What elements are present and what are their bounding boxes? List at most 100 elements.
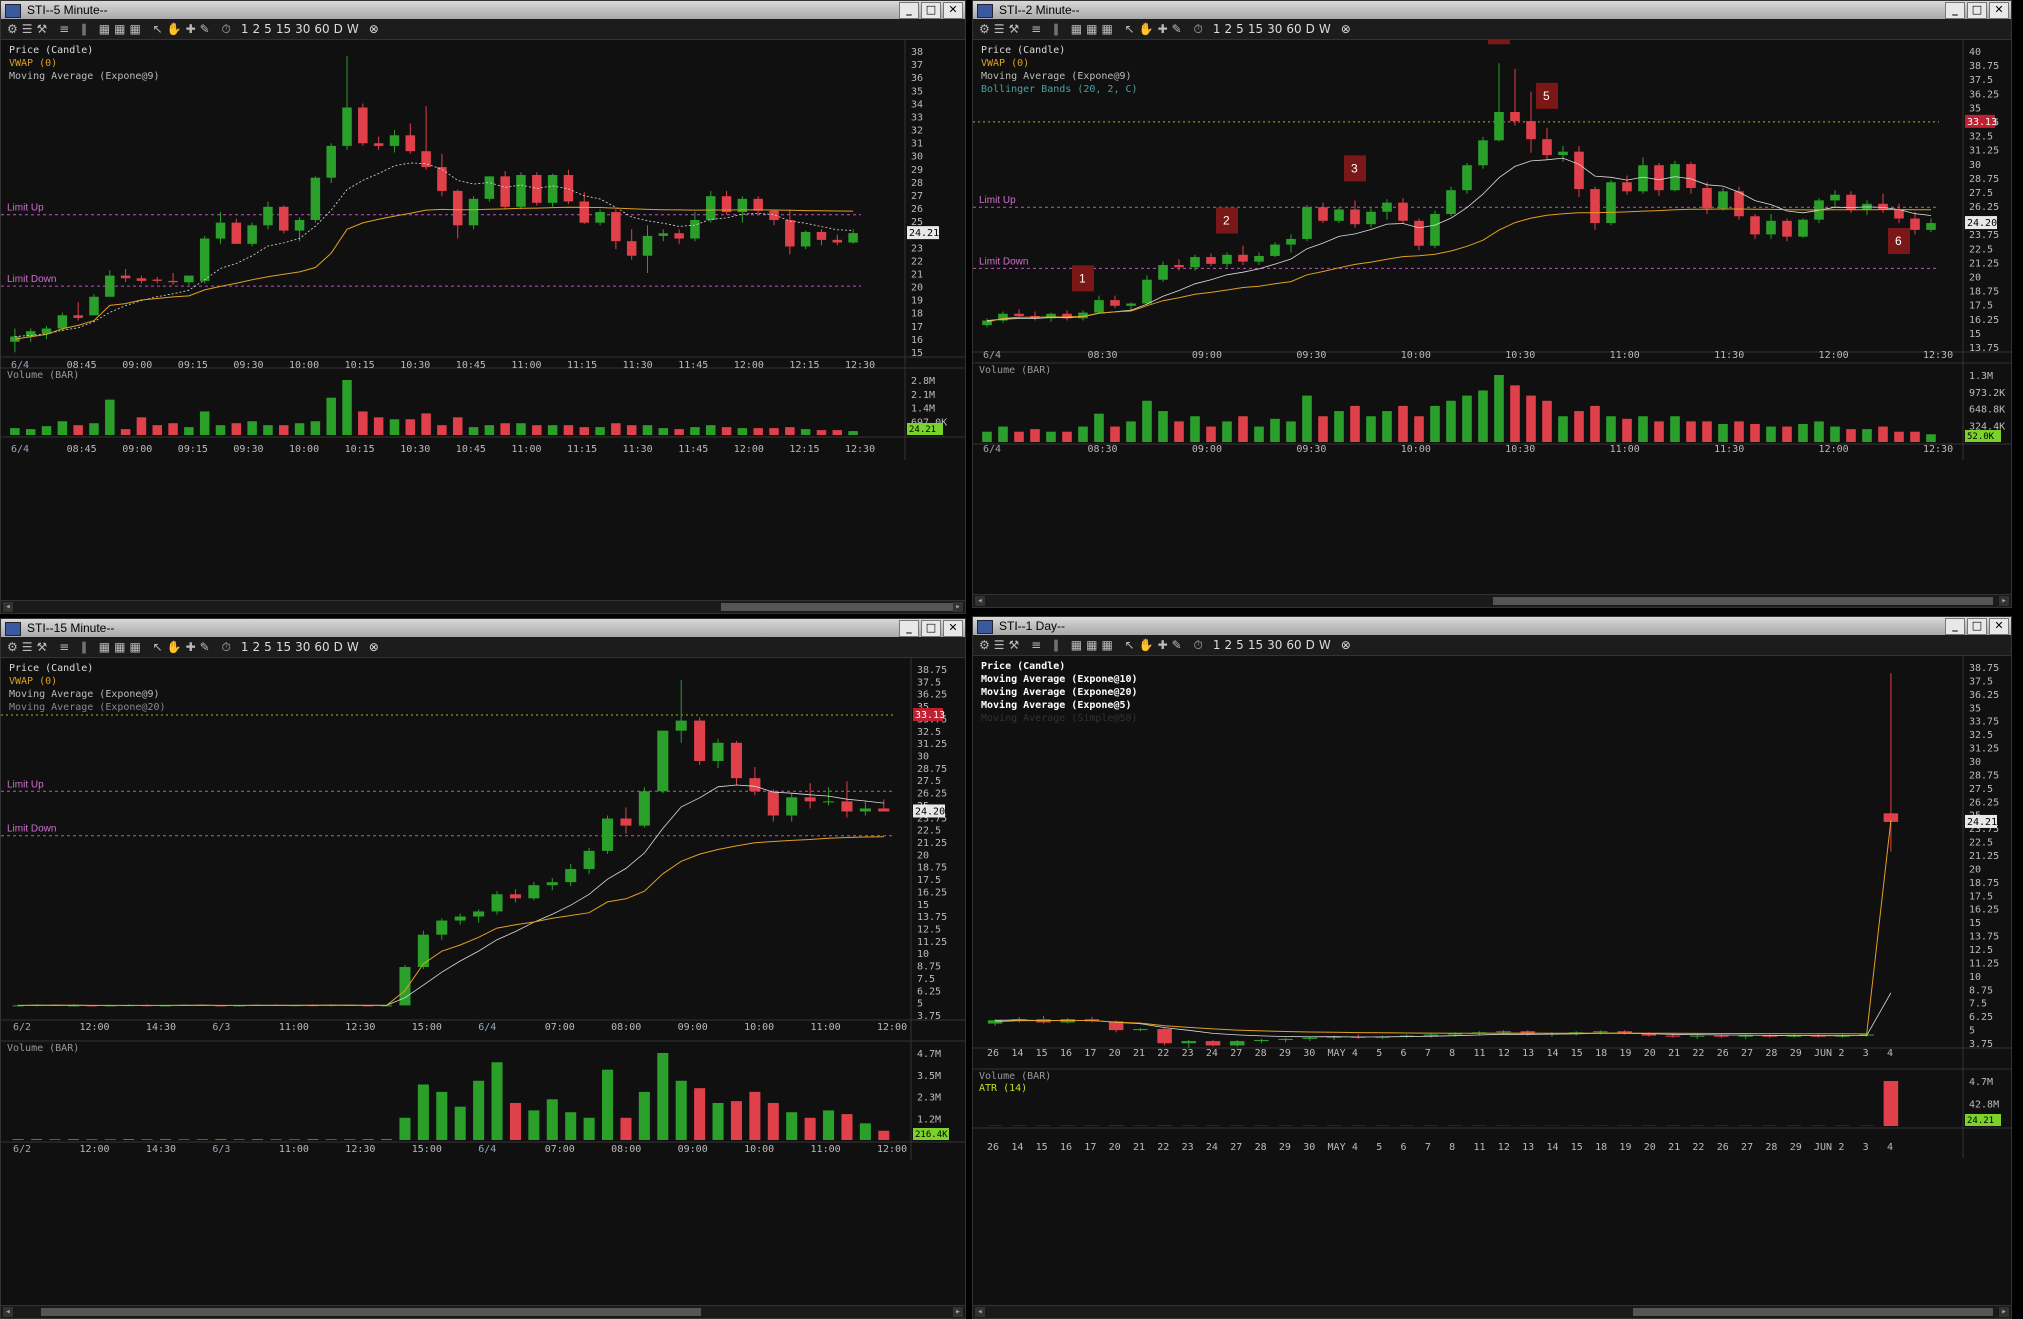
- toolbar-tools-icon[interactable]: ⚙☰⚒ ≡ ∥ ▦▦▦ ↖✋✚✎ ⏱: [7, 22, 235, 37]
- volume-bar: [730, 1101, 742, 1140]
- interval-buttons[interactable]: 1 2 5 15 30 60 D W: [241, 640, 363, 654]
- scroll-right-icon[interactable]: ▸: [953, 1307, 963, 1317]
- volume-bar: [1526, 395, 1536, 442]
- interval-button-w[interactable]: W: [1319, 22, 1331, 36]
- cancel-icon[interactable]: ⊗: [1341, 22, 1351, 36]
- volume-bar: [57, 421, 68, 435]
- candle-body: [326, 145, 336, 178]
- y-tick-label: 23: [911, 243, 923, 254]
- window-titlebar[interactable]: STI--1 Day-- _ □ ✕: [973, 617, 2011, 635]
- close-button[interactable]: ✕: [943, 2, 963, 19]
- interval-button-1[interactable]: 1: [241, 640, 249, 654]
- interval-button-1[interactable]: 1: [1213, 638, 1221, 652]
- interval-button-2[interactable]: 2: [253, 640, 261, 654]
- interval-button-2[interactable]: 2: [1225, 22, 1233, 36]
- minimize-button[interactable]: _: [899, 2, 919, 19]
- candle-body: [1157, 1029, 1172, 1044]
- window-titlebar[interactable]: STI--15 Minute-- _ □ ✕: [1, 619, 965, 637]
- interval-button-5[interactable]: 5: [264, 22, 272, 36]
- minimize-button[interactable]: _: [1945, 2, 1965, 19]
- interval-buttons[interactable]: 1 2 5 15 30 60 D W: [1213, 638, 1335, 652]
- window-titlebar[interactable]: STI--5 Minute-- _ □ ✕: [1, 1, 965, 19]
- volume-tick-label: 1.3M: [1969, 371, 1993, 382]
- scroll-thumb[interactable]: [41, 1308, 701, 1316]
- close-button[interactable]: ✕: [1989, 2, 2009, 19]
- chart-area[interactable]: 4038.7537.536.253533.7532.531.253028.752…: [973, 40, 2011, 607]
- maximize-button[interactable]: □: [921, 2, 941, 19]
- interval-button-2[interactable]: 2: [1225, 638, 1233, 652]
- chart-area[interactable]: 38.7537.536.253533.7532.531.253028.7527.…: [973, 656, 2011, 1318]
- interval-button-5[interactable]: 5: [1236, 638, 1244, 652]
- horizontal-scrollbar[interactable]: ◂ ▸: [1, 1305, 965, 1318]
- interval-button-15[interactable]: 15: [276, 640, 291, 654]
- interval-button-30[interactable]: 30: [1267, 638, 1282, 652]
- cancel-icon[interactable]: ⊗: [369, 22, 379, 36]
- interval-button-d[interactable]: D: [334, 22, 343, 36]
- x-tick-label: 09:30: [233, 360, 263, 371]
- toolbar-tools-icon[interactable]: ⚙☰⚒ ≡ ∥ ▦▦▦ ↖✋✚✎ ⏱: [979, 638, 1207, 653]
- close-button[interactable]: ✕: [1989, 618, 2009, 635]
- horizontal-scrollbar[interactable]: ◂ ▸: [973, 594, 2011, 607]
- volume-bar: [785, 427, 795, 435]
- interval-button-w[interactable]: W: [1319, 638, 1331, 652]
- scroll-left-icon[interactable]: ◂: [975, 596, 985, 606]
- interval-button-60[interactable]: 60: [1286, 22, 1301, 36]
- maximize-button[interactable]: □: [1967, 2, 1987, 19]
- volume-bar: [547, 425, 558, 435]
- x-tick-label: 23: [1182, 1048, 1194, 1059]
- minimize-button[interactable]: _: [899, 620, 919, 637]
- volume-bar: [1670, 416, 1680, 442]
- interval-button-15[interactable]: 15: [276, 22, 291, 36]
- x-tick-label: 29: [1790, 1048, 1802, 1059]
- interval-button-15[interactable]: 15: [1248, 638, 1263, 652]
- chart-area[interactable]: 3837363534333231302928272625242322212019…: [1, 40, 965, 613]
- horizontal-scrollbar[interactable]: ◂ ▸: [1, 600, 965, 613]
- toolbar-tools-icon[interactable]: ⚙☰⚒ ≡ ∥ ▦▦▦ ↖✋✚✎ ⏱: [979, 22, 1207, 37]
- interval-button-d[interactable]: D: [1306, 22, 1315, 36]
- scroll-left-icon[interactable]: ◂: [975, 1307, 985, 1317]
- close-button[interactable]: ✕: [943, 620, 963, 637]
- interval-button-2[interactable]: 2: [253, 22, 261, 36]
- horizontal-scrollbar[interactable]: ◂ ▸: [973, 1305, 2011, 1318]
- interval-button-d[interactable]: D: [1306, 638, 1315, 652]
- candle-body: [859, 808, 871, 812]
- candle-body: [786, 797, 798, 816]
- interval-buttons[interactable]: 1 2 5 15 30 60 D W: [1213, 22, 1335, 36]
- chart-area[interactable]: 38.7537.536.253533.7532.531.253028.7527.…: [1, 658, 965, 1318]
- interval-button-30[interactable]: 30: [295, 640, 310, 654]
- maximize-button[interactable]: □: [921, 620, 941, 637]
- interval-button-60[interactable]: 60: [314, 22, 329, 36]
- scroll-left-icon[interactable]: ◂: [3, 602, 13, 612]
- chart-window-15min: STI--15 Minute-- _ □ ✕ ⚙☰⚒ ≡ ∥ ▦▦▦ ↖✋✚✎ ⏱ …: [0, 618, 966, 1319]
- interval-button-60[interactable]: 60: [314, 640, 329, 654]
- window-titlebar[interactable]: STI--2 Minute-- _ □ ✕: [973, 1, 2011, 19]
- scroll-thumb[interactable]: [721, 603, 956, 611]
- cancel-icon[interactable]: ⊗: [369, 640, 379, 654]
- interval-button-15[interactable]: 15: [1248, 22, 1263, 36]
- interval-buttons[interactable]: 1 2 5 15 30 60 D W: [241, 22, 363, 36]
- candle-body: [658, 233, 669, 236]
- interval-button-5[interactable]: 5: [264, 640, 272, 654]
- scroll-right-icon[interactable]: ▸: [953, 602, 963, 612]
- interval-button-5[interactable]: 5: [1236, 22, 1244, 36]
- interval-button-60[interactable]: 60: [1286, 638, 1301, 652]
- cancel-icon[interactable]: ⊗: [1341, 638, 1351, 652]
- minimize-button[interactable]: _: [1945, 618, 1965, 635]
- scroll-left-icon[interactable]: ◂: [3, 1307, 13, 1317]
- interval-button-d[interactable]: D: [334, 640, 343, 654]
- scroll-thumb[interactable]: [1633, 1308, 1993, 1316]
- interval-button-30[interactable]: 30: [295, 22, 310, 36]
- scroll-thumb[interactable]: [1493, 597, 1993, 605]
- scroll-right-icon[interactable]: ▸: [1999, 1307, 2009, 1317]
- y-tick-label: 11.25: [1969, 958, 1999, 969]
- interval-button-1[interactable]: 1: [241, 22, 249, 36]
- maximize-button[interactable]: □: [1967, 618, 1987, 635]
- interval-button-w[interactable]: W: [347, 22, 359, 36]
- toolbar-tools-icon[interactable]: ⚙☰⚒ ≡ ∥ ▦▦▦ ↖✋✚✎ ⏱: [7, 640, 235, 655]
- interval-button-w[interactable]: W: [347, 640, 359, 654]
- candle-body: [310, 177, 321, 221]
- candle-body: [638, 791, 650, 826]
- interval-button-1[interactable]: 1: [1213, 22, 1221, 36]
- interval-button-30[interactable]: 30: [1267, 22, 1282, 36]
- scroll-right-icon[interactable]: ▸: [1999, 596, 2009, 606]
